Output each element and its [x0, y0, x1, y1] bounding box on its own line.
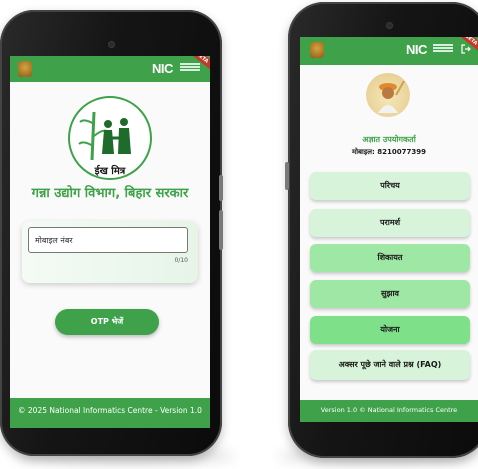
menu-suggestion-button[interactable]: सुझाव — [310, 280, 470, 308]
right-phone-camera — [386, 22, 393, 29]
department-title: गन्ना उद्योग विभाग, बिहार सरकार — [31, 186, 189, 201]
logout-icon[interactable] — [461, 44, 471, 54]
user-mobile: मोबाइल: 8210077399 — [352, 148, 426, 156]
right-app-screen: NIC BETA अज्ञात उपयोगकर्ता मोबाइल: 82100… — [300, 37, 478, 422]
menu-consultation-button[interactable]: परामर्श — [310, 209, 470, 237]
menu-scheme-button[interactable]: योजना — [310, 316, 470, 344]
menu-faq-button[interactable]: अक्सर पूछे जाने वाले प्रश्न (FAQ) — [310, 350, 470, 380]
menu-complaint-button[interactable]: शिकायत — [310, 244, 470, 272]
app-header: NIC BETA — [300, 37, 478, 65]
user-name: अज्ञात उपयोगकर्ता — [362, 135, 416, 144]
mobile-number-input[interactable] — [28, 227, 188, 253]
app-header: NIC BETA — [10, 56, 210, 82]
send-otp-button[interactable]: OTP भेजें — [55, 309, 159, 335]
eekh-mitra-logo: ईख मित्र — [68, 96, 152, 180]
left-phone-camera — [108, 41, 115, 48]
right-phone-power-button — [285, 162, 289, 190]
nic-logo-text-icon — [433, 44, 453, 54]
nic-logo: NIC — [406, 42, 427, 57]
left-app-screen: NIC BETA ईख मित्र गन्ना उद्योग विभाग, बि… — [10, 56, 210, 428]
nic-logo-text-icon — [180, 63, 200, 73]
bihar-emblem-icon — [18, 61, 32, 77]
app-footer: Version 1.0 © National Informatics Centr… — [300, 400, 478, 422]
left-phone-power-button — [219, 175, 223, 201]
app-footer: © 2025 National Informatics Centre - Ver… — [10, 398, 210, 428]
left-phone-volume-button — [219, 210, 223, 250]
input-char-counter: 0/10 — [174, 257, 188, 264]
login-card: 0/10 — [22, 221, 198, 283]
menu-intro-button[interactable]: परिचय — [310, 172, 470, 200]
farmer-avatar-icon — [366, 73, 410, 117]
nic-logo: NIC — [152, 61, 173, 76]
logo-title: ईख मित्र — [94, 166, 126, 177]
bihar-emblem-icon — [310, 42, 324, 58]
